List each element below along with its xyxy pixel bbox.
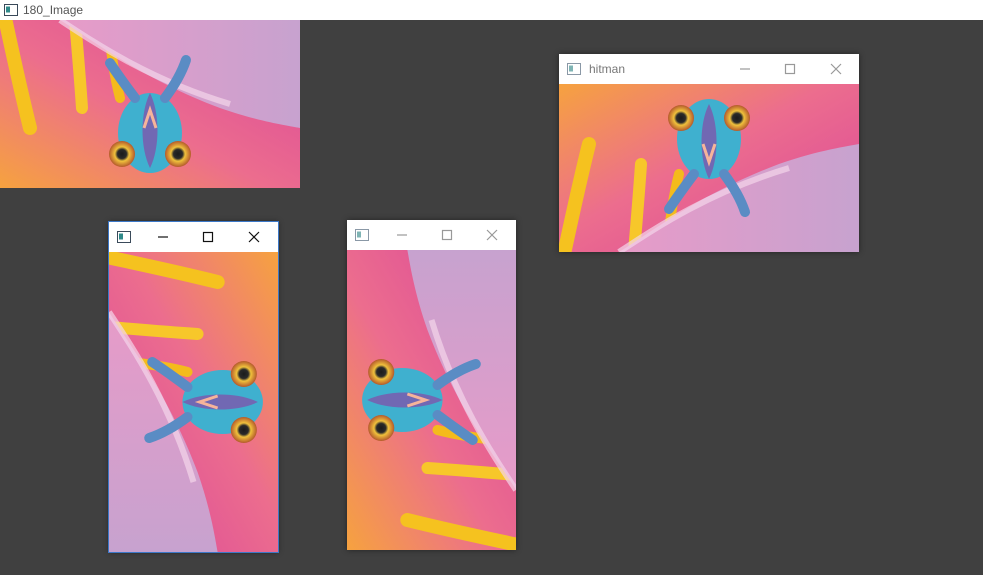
image-window-rotated-right[interactable] bbox=[347, 220, 516, 550]
minimize-icon bbox=[740, 68, 750, 70]
window-app-icon bbox=[355, 229, 369, 241]
maximize-icon bbox=[202, 231, 214, 243]
window-title: hitman bbox=[589, 62, 626, 76]
close-button[interactable] bbox=[470, 220, 514, 250]
minimize-button[interactable] bbox=[723, 54, 767, 84]
minimize-button[interactable] bbox=[380, 220, 424, 250]
window-content bbox=[109, 252, 278, 552]
main-window-titlebar[interactable]: 180_Image bbox=[0, 0, 983, 20]
chameleon-photo bbox=[559, 84, 859, 252]
close-icon bbox=[830, 63, 842, 75]
window-content bbox=[559, 84, 859, 252]
minimize-icon bbox=[397, 234, 407, 236]
maximize-button[interactable] bbox=[768, 54, 812, 84]
chameleon-photo-rotated bbox=[109, 252, 278, 552]
maximize-icon bbox=[784, 63, 796, 75]
window-app-icon bbox=[4, 4, 18, 16]
image-window-rotated-left[interactable] bbox=[108, 221, 279, 553]
window-titlebar[interactable]: hitman bbox=[559, 54, 859, 84]
maximize-button[interactable] bbox=[425, 220, 469, 250]
close-icon bbox=[486, 229, 498, 241]
image-window-hitman[interactable]: hitman bbox=[559, 54, 859, 252]
minimize-icon bbox=[158, 236, 168, 238]
window-app-icon bbox=[117, 231, 131, 243]
minimize-button[interactable] bbox=[141, 222, 185, 252]
main-window-title: 180_Image bbox=[23, 3, 84, 17]
maximize-button[interactable] bbox=[186, 222, 230, 252]
chameleon-photo-rotated bbox=[347, 250, 516, 550]
close-button[interactable] bbox=[232, 222, 276, 252]
window-content bbox=[347, 250, 516, 550]
close-icon bbox=[248, 231, 260, 243]
close-button[interactable] bbox=[814, 54, 858, 84]
window-titlebar[interactable] bbox=[347, 220, 516, 250]
chameleon-photo-flipped bbox=[0, 20, 300, 188]
window-titlebar[interactable] bbox=[109, 222, 278, 252]
maximize-icon bbox=[441, 229, 453, 241]
window-app-icon bbox=[567, 63, 581, 75]
image-panel-top-left bbox=[0, 20, 300, 188]
